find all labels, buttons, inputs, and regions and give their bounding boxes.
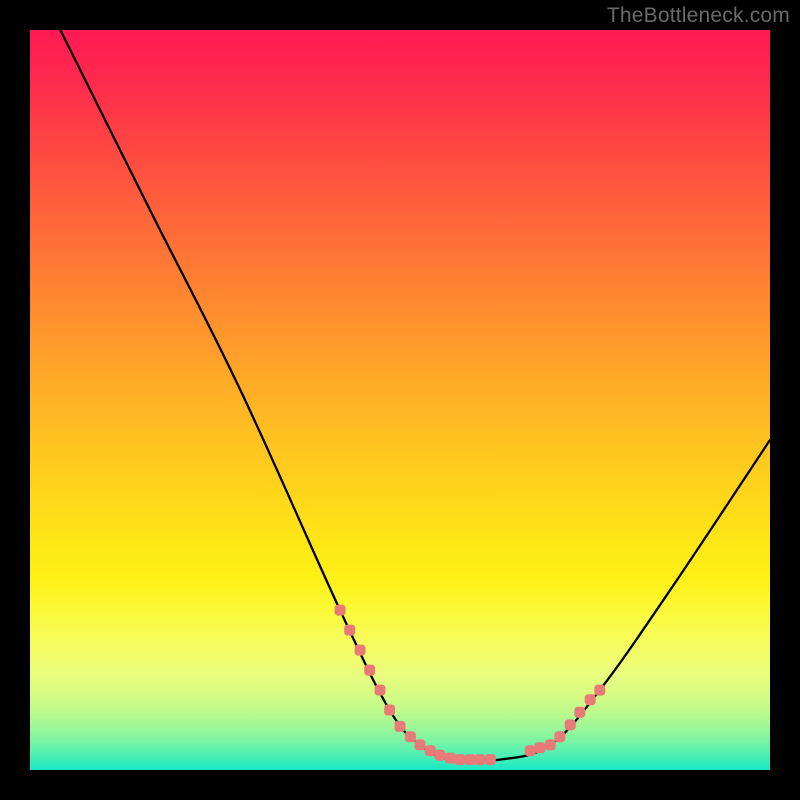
curve-marker [434, 750, 445, 761]
curve-marker [414, 739, 425, 750]
curve-marker [454, 754, 465, 765]
curve-marker [545, 739, 556, 750]
watermark-text: TheBottleneck.com [607, 4, 790, 28]
curve-marker [534, 742, 545, 753]
curve-marker [375, 685, 386, 696]
main-curve [60, 30, 770, 762]
marker-cluster-left [335, 605, 496, 765]
curve-marker [585, 694, 596, 705]
curve-marker [594, 685, 605, 696]
curve-marker [574, 707, 585, 718]
curve-marker [364, 665, 375, 676]
curve-marker [445, 753, 456, 764]
curve-marker [344, 625, 355, 636]
curve-marker [474, 754, 485, 765]
marker-cluster-right [525, 685, 606, 757]
curve-marker [335, 605, 346, 616]
curve-marker [355, 645, 366, 656]
chart-svg [30, 30, 770, 770]
curve-marker [405, 731, 416, 742]
curve-marker [384, 705, 395, 716]
curve-marker [485, 754, 496, 765]
curve-marker [425, 745, 436, 756]
chart-container: TheBottleneck.com [0, 0, 800, 800]
plot-area [30, 30, 770, 770]
curve-marker [565, 719, 576, 730]
curve-marker [465, 754, 476, 765]
curve-marker [525, 745, 536, 756]
curve-marker [395, 721, 406, 732]
curve-marker [554, 731, 565, 742]
